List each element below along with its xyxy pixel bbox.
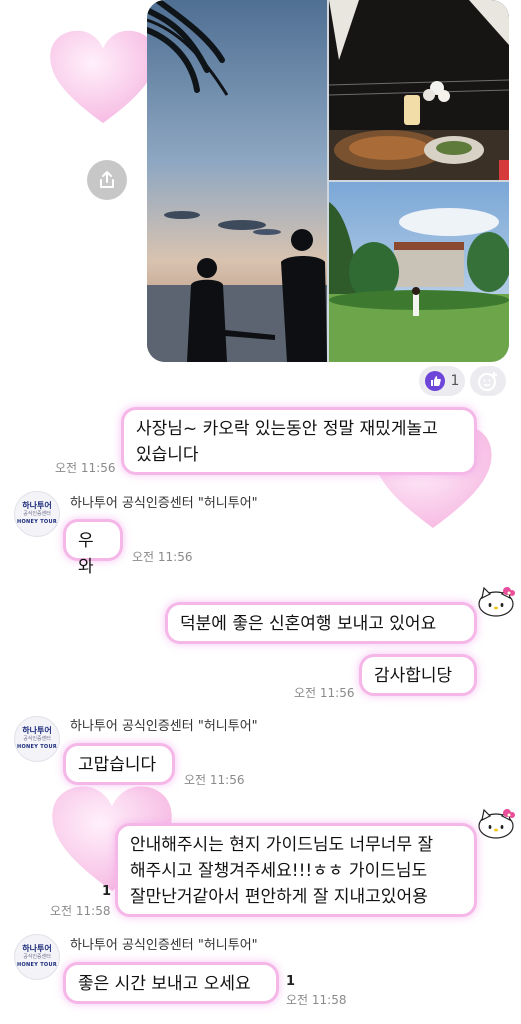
photo-dinner[interactable] [329, 0, 509, 180]
message-text: 있습니다 [136, 445, 199, 465]
message-bubble-received[interactable]: 우와 [66, 522, 120, 577]
avatar[interactable]: 하나투어 공식인증센터 HONEY TOUR [14, 934, 60, 980]
pink-heart-icon [50, 30, 156, 124]
photo-beach-sunset[interactable] [147, 0, 327, 362]
message-text: 우와 [78, 531, 94, 577]
avatar-subtitle: 공식인증센터 [23, 736, 51, 742]
message-time: 오전 11:56 [294, 686, 355, 700]
message-text: 해주시고 잘챙겨주세요!!!ㅎㅎ 가이드님도 [130, 861, 428, 881]
message-text: 잘만난거같아서 편안하게 잘 지내고있어용 [130, 887, 428, 907]
avatar-brand: HONEY TOUR [17, 962, 57, 968]
message-time: 오전 11:58 [286, 993, 347, 1007]
avatar[interactable]: 하나투어 공식인증센터 HONEY TOUR [14, 716, 60, 762]
add-reaction-button[interactable] [470, 366, 506, 396]
hello-kitty-icon [478, 808, 515, 839]
like-count: 1 [450, 373, 460, 389]
share-button[interactable] [87, 160, 127, 200]
like-reaction[interactable]: 1 [419, 366, 465, 396]
message-bubble-sent[interactable]: 사장님~ 카오락 있는동안 정말 재밌게놀고 있습니다 [124, 410, 474, 472]
hello-kitty-icon [478, 586, 515, 617]
thumbs-up-icon [424, 371, 445, 391]
add-emoji-icon [478, 372, 497, 391]
message-text: 사장님~ 카오락 있는동안 정말 재밌게놀고 [136, 419, 438, 439]
message-time: 오전 11:56 [132, 550, 193, 564]
message-text: 좋은 시간 보내고 오세요 [78, 974, 251, 994]
message-time: 오전 11:56 [184, 773, 245, 787]
message-bubble-sent[interactable]: 덕분에 좋은 신혼여행 보내고 있어요 [168, 605, 474, 641]
message-text: 덕분에 좋은 신혼여행 보내고 있어요 [180, 614, 437, 634]
avatar-brand: HONEY TOUR [17, 519, 57, 525]
message-text: 감사합니당 [374, 666, 453, 686]
message-time: 오전 11:56 [55, 461, 116, 475]
sender-name: 하나투어 공식인증센터 "허니투어" [70, 719, 258, 734]
message-bubble-received[interactable]: 좋은 시간 보내고 오세요 [66, 965, 276, 1001]
unread-count: 1 [102, 884, 112, 899]
avatar-logo: 하나투어 [22, 726, 52, 735]
sender-name: 하나투어 공식인증센터 "허니투어" [70, 938, 258, 953]
message-bubble-received[interactable]: 고맙습니다 [66, 746, 172, 782]
unread-count: 1 [286, 974, 296, 989]
message-bubble-sent[interactable]: 안내해주시는 현지 가이드님도 너무너무 잘 해주시고 잘챙겨주세요!!!ㅎㅎ … [118, 826, 474, 914]
sender-name: 하나투어 공식인증센터 "허니투어" [70, 496, 258, 511]
message-time: 오전 11:58 [50, 904, 111, 918]
photo-garden[interactable] [329, 182, 509, 362]
avatar-logo: 하나투어 [22, 501, 52, 510]
avatar[interactable]: 하나투어 공식인증센터 HONEY TOUR [14, 491, 60, 537]
avatar-subtitle: 공식인증센터 [23, 511, 51, 517]
message-text: 고맙습니다 [78, 755, 157, 775]
avatar-brand: HONEY TOUR [17, 744, 57, 750]
message-bubble-sent[interactable]: 감사합니당 [362, 657, 474, 693]
avatar-logo: 하나투어 [22, 944, 52, 953]
photo-grid[interactable] [147, 0, 509, 362]
message-text: 안내해주시는 현지 가이드님도 너무너무 잘 [130, 835, 434, 855]
avatar-subtitle: 공식인증센터 [23, 954, 51, 960]
share-icon [100, 171, 114, 188]
